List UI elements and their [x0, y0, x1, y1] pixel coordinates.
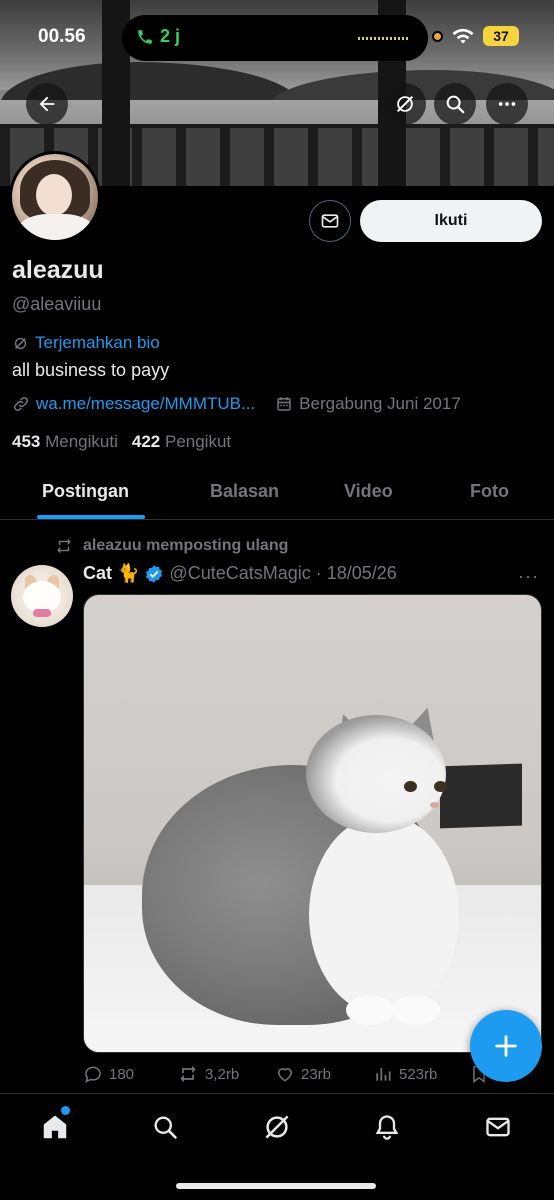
- heart-icon: [277, 1068, 293, 1082]
- reply-count: 180: [109, 1065, 135, 1083]
- views-button[interactable]: 523rb: [373, 1064, 437, 1084]
- image-cat-chest: [309, 815, 459, 1015]
- followers-count: 422: [131, 432, 161, 451]
- post-date[interactable]: 18/05/26: [327, 563, 397, 584]
- nav-home[interactable]: [38, 1110, 72, 1144]
- image-cat-eye: [434, 781, 447, 792]
- reply-button[interactable]: 180: [83, 1064, 134, 1084]
- repost-icon: [57, 538, 71, 554]
- followers-label: Pengikut: [164, 432, 232, 451]
- message-button[interactable]: [309, 200, 351, 242]
- grok-button[interactable]: [384, 83, 426, 125]
- post-author-handle[interactable]: @CuteCatsMagic: [169, 563, 310, 584]
- image-cat-nose: [430, 802, 439, 808]
- profile-tabs: Postingan Balasan Video Foto: [0, 466, 554, 520]
- mail-icon: [486, 1117, 510, 1137]
- audio-waveform: [358, 37, 408, 40]
- post-author-avatar[interactable]: [11, 565, 73, 627]
- translate-bio-link[interactable]: Terjemahkan bio: [12, 333, 160, 353]
- more-button[interactable]: [486, 83, 528, 125]
- profile-avatar[interactable]: [9, 151, 101, 243]
- nav-grok[interactable]: [260, 1110, 294, 1144]
- image-cat-head: [306, 715, 446, 833]
- home-notification-badge: [61, 1106, 70, 1115]
- post-image[interactable]: [83, 594, 542, 1053]
- tab-posts[interactable]: Postingan: [42, 481, 129, 502]
- avatar-face: [36, 174, 72, 216]
- following-label: Mengikuti: [45, 432, 118, 451]
- image-wall-panel: [440, 763, 522, 829]
- post-separator: ·: [315, 563, 322, 583]
- repost-indicator[interactable]: aleazuu memposting ulang: [54, 537, 288, 555]
- plus-icon: [495, 1035, 517, 1057]
- image-cat-eye: [404, 781, 417, 792]
- tab-video[interactable]: Video: [344, 481, 393, 502]
- search-button[interactable]: [434, 83, 476, 125]
- profile-stats: 453 Mengikuti 422 Pengikut: [12, 432, 231, 452]
- mail-icon: [321, 214, 339, 228]
- link-icon: [13, 396, 29, 412]
- repost-count: 3,2rb: [205, 1065, 240, 1083]
- dynamic-island[interactable]: 2 j: [122, 15, 428, 61]
- translate-bio-label[interactable]: Terjemahkan bio: [35, 333, 160, 353]
- phone-icon: [138, 29, 152, 44]
- post-more-button[interactable]: ···: [518, 566, 539, 587]
- bell-icon: [375, 1115, 399, 1140]
- image-cat-paw: [392, 995, 440, 1025]
- back-button[interactable]: [26, 83, 68, 125]
- followers-link[interactable]: 422 Pengikut: [132, 432, 231, 452]
- calendar-icon: [277, 397, 291, 411]
- status-indicators: 37: [432, 26, 519, 46]
- following-count: 453: [12, 432, 41, 451]
- tab-replies[interactable]: Balasan: [210, 481, 279, 502]
- verified-badge-icon: [146, 564, 163, 583]
- home-indicator[interactable]: [176, 1183, 376, 1189]
- avatar-body: [18, 214, 94, 240]
- views-count: 523rb: [399, 1065, 438, 1083]
- active-tab-indicator: [37, 515, 145, 519]
- repost-button[interactable]: 3,2rb: [177, 1064, 239, 1084]
- avatar-cat-bow: [33, 609, 51, 617]
- status-time: 00.56: [38, 26, 86, 47]
- compose-post-button[interactable]: [470, 1010, 542, 1082]
- battery-indicator: 37: [483, 26, 519, 46]
- image-cat-paw: [346, 995, 394, 1025]
- profile-name: aleazuu: [12, 256, 104, 284]
- grok-icon: [14, 337, 27, 349]
- repost-icon: [180, 1065, 196, 1083]
- grok-icon: [396, 95, 414, 113]
- privacy-dot-icon: [432, 30, 443, 42]
- reply-icon: [85, 1066, 101, 1083]
- following-link[interactable]: 453 Mengikuti: [12, 432, 118, 452]
- profile-bio: all business to payy: [12, 360, 170, 380]
- arrow-left-icon: [39, 96, 55, 112]
- profile-meta: wa.me/message/MMMTUB... Bergabung Juni 2…: [12, 394, 461, 414]
- like-button[interactable]: 23rb: [275, 1064, 331, 1084]
- views-chart-icon: [376, 1068, 391, 1081]
- nav-notifications[interactable]: [370, 1110, 404, 1144]
- post-actions: 180 3,2rb 23rb 523rb: [83, 1064, 503, 1088]
- repost-text: aleazuu memposting ulang: [83, 537, 289, 554]
- grok-icon: [265, 1115, 289, 1139]
- home-icon: [43, 1115, 67, 1139]
- follow-button[interactable]: Ikuti: [360, 200, 542, 242]
- profile-joined-date: Bergabung Juni 2017: [299, 394, 461, 413]
- more-horizontal-icon: [498, 102, 516, 106]
- profile-website-link[interactable]: wa.me/message/MMMTUB...: [36, 394, 255, 414]
- search-icon: [446, 95, 465, 114]
- like-count: 23rb: [301, 1065, 332, 1083]
- nav-messages[interactable]: [481, 1110, 515, 1144]
- tab-photos[interactable]: Foto: [470, 481, 509, 502]
- call-duration: 2 j: [160, 26, 181, 46]
- wifi-icon: [452, 28, 474, 44]
- call-indicator: 2 j: [136, 26, 180, 47]
- nav-search[interactable]: [148, 1110, 182, 1144]
- post-author-name[interactable]: Cat 🐈: [83, 563, 139, 584]
- search-icon: [154, 1116, 177, 1139]
- post-header: Cat 🐈 @CuteCatsMagic · 18/05/26: [83, 563, 397, 584]
- profile-handle: @aleaviiuu: [12, 294, 102, 314]
